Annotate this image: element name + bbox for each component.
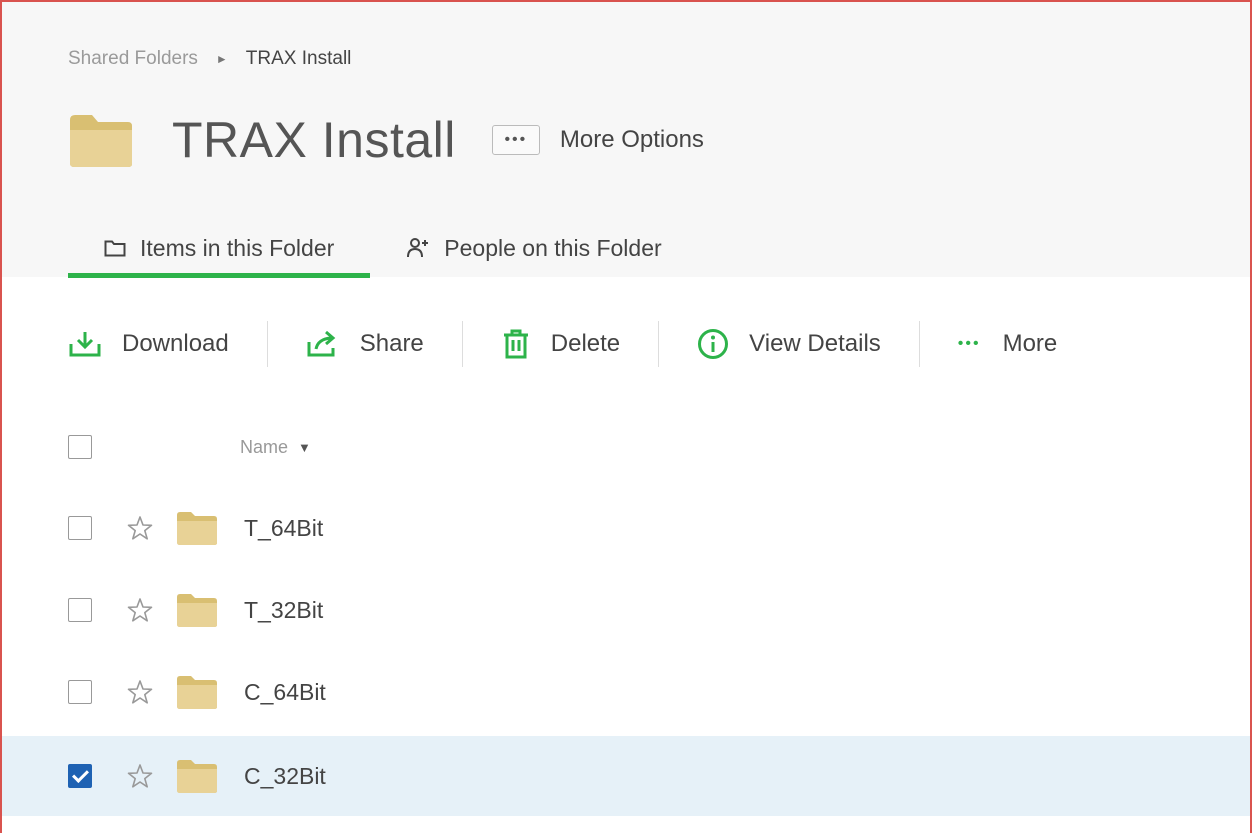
page-title: TRAX Install — [172, 112, 456, 168]
view-details-label: View Details — [749, 330, 881, 357]
list-item[interactable]: C_64Bit — [2, 652, 1250, 732]
name-column-header[interactable]: Name ▼ — [240, 437, 311, 458]
star-icon[interactable] — [126, 596, 154, 624]
more-options-dots-icon: ••• — [491, 125, 540, 155]
item-name[interactable]: C_32Bit — [244, 763, 326, 790]
tab-label: People on this Folder — [444, 234, 662, 261]
row-checkbox[interactable] — [68, 516, 92, 540]
delete-button[interactable]: Delete — [501, 318, 620, 370]
item-name[interactable]: T_32Bit — [244, 597, 323, 624]
more-dots-icon: ••• — [957, 335, 981, 352]
breadcrumb-current: TRAX Install — [245, 48, 352, 69]
list-item[interactable]: T_64Bit — [2, 488, 1250, 568]
toolbar-divider — [266, 321, 268, 367]
name-header-label: Name — [240, 436, 289, 457]
row-checkbox[interactable] — [68, 680, 92, 704]
info-icon — [698, 329, 729, 359]
breadcrumb-separator-icon: ► — [215, 52, 228, 66]
list-item-selected[interactable]: C_32Bit — [2, 736, 1250, 816]
person-add-icon — [407, 238, 429, 258]
item-name[interactable]: T_64Bit — [244, 515, 323, 542]
download-button[interactable]: Download — [68, 318, 229, 370]
tab-items-in-folder[interactable]: Items in this Folder — [68, 218, 371, 278]
toolbar-divider — [658, 321, 660, 367]
folder-icon — [177, 512, 217, 545]
row-checkbox[interactable] — [68, 598, 92, 622]
breadcrumb: Shared Folders ► TRAX Install — [68, 48, 351, 70]
list-item[interactable]: T_32Bit — [2, 570, 1250, 650]
breadcrumb-shared-folders[interactable]: Shared Folders — [68, 48, 198, 70]
folder-outline-icon — [104, 240, 126, 257]
toolbar-divider — [461, 321, 463, 367]
view-details-button[interactable]: View Details — [697, 318, 881, 370]
more-button[interactable]: ••• More — [958, 318, 1058, 370]
action-toolbar: Download Share Delete View Details ••• M… — [68, 318, 1057, 370]
more-options-label: More Options — [559, 126, 704, 153]
share-label: Share — [359, 330, 424, 357]
item-name[interactable]: C_64Bit — [244, 679, 326, 706]
share-button[interactable]: Share — [306, 318, 424, 370]
download-label: Download — [122, 330, 229, 357]
folder-icon — [70, 115, 132, 167]
star-icon[interactable] — [126, 678, 154, 706]
folder-icon — [177, 594, 217, 627]
folder-icon — [177, 760, 217, 793]
share-icon — [307, 330, 336, 357]
star-icon[interactable] — [126, 514, 154, 542]
more-label: More — [1002, 330, 1058, 357]
delete-label: Delete — [550, 330, 621, 357]
sort-down-icon: ▼ — [298, 439, 311, 455]
select-all-checkbox[interactable] — [68, 435, 92, 459]
folder-tabs: Items in this Folder People on this Fold… — [68, 218, 698, 278]
download-icon — [69, 332, 101, 357]
list-header: Name ▼ — [68, 430, 311, 464]
toolbar-divider — [918, 321, 920, 367]
row-checkbox-checked[interactable] — [68, 764, 92, 788]
trash-icon — [503, 329, 528, 359]
folder-icon — [177, 676, 217, 709]
tab-label: Items in this Folder — [140, 234, 335, 261]
more-options-button[interactable]: ••• More Options — [491, 125, 704, 155]
tab-people-on-folder[interactable]: People on this Folder — [370, 218, 697, 278]
title-row: TRAX Install ••• More Options — [68, 110, 704, 170]
star-icon[interactable] — [126, 762, 154, 790]
